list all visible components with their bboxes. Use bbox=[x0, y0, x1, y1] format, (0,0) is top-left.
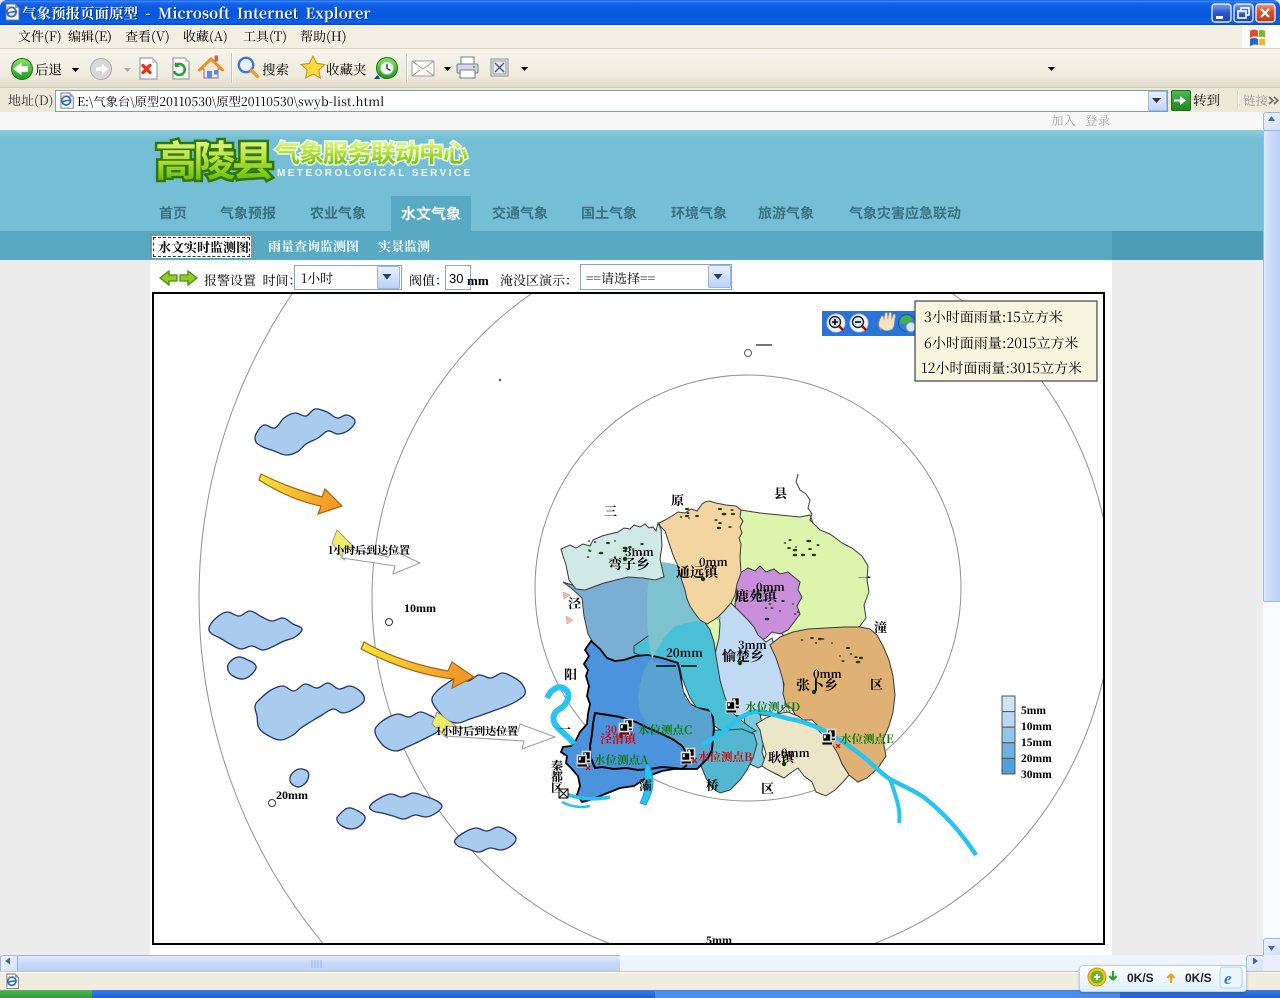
svg-text:5mm: 5mm bbox=[1021, 705, 1046, 717]
svg-text:20mm: 20mm bbox=[276, 788, 308, 802]
svg-text:5mm: 5mm bbox=[706, 933, 732, 947]
svg-text:10mm: 10mm bbox=[404, 601, 436, 615]
svg-text:15mm: 15mm bbox=[1021, 737, 1052, 749]
svg-text:20mm: 20mm bbox=[1021, 753, 1052, 765]
svg-text:10mm: 10mm bbox=[1021, 721, 1052, 733]
svg-text:30mm: 30mm bbox=[1021, 769, 1052, 781]
